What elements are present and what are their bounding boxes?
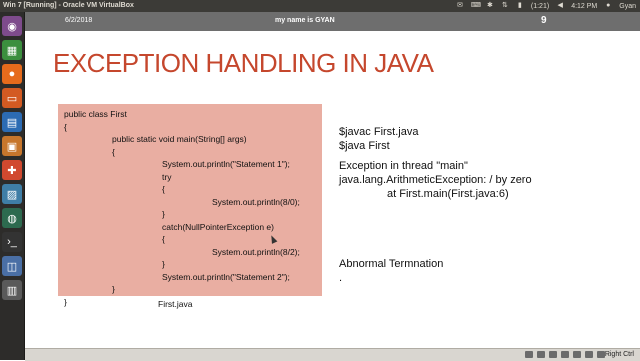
display-icon[interactable] xyxy=(573,351,581,358)
firefox-icon[interactable]: ● xyxy=(2,64,22,84)
shared-folders-icon[interactable] xyxy=(561,351,569,358)
unity-launcher: ◉ ▦ ● ▭ ▤ ▣ ✚ ▨ ◍ ›_ ◫ ▥ xyxy=(0,12,25,360)
code-line: System.out.println(8/2); xyxy=(212,246,300,257)
virtualbox-status-bar: Right Ctrl xyxy=(25,348,640,361)
console-output: $javac First.java $java First Exception … xyxy=(339,125,532,201)
trash-icon[interactable]: ▥ xyxy=(2,280,22,300)
battery-icon[interactable]: ▮ xyxy=(516,2,524,10)
code-line: { xyxy=(64,121,67,132)
code-line: } xyxy=(162,209,165,219)
files-icon[interactable]: ▣ xyxy=(2,136,22,156)
network-icon[interactable]: ⇅ xyxy=(501,2,509,10)
slide-page-number: 9 xyxy=(541,15,547,26)
spreadsheet-icon[interactable]: ▦ xyxy=(2,40,22,60)
code-line: { xyxy=(162,184,165,194)
code-line: System.out.println("Statement 1"); xyxy=(162,159,290,169)
code-line: public class First xyxy=(64,109,127,119)
host-key-label: Right Ctrl xyxy=(604,351,634,358)
slide-header: 6/2/2018 my name is GYAN 9 xyxy=(25,12,640,31)
vm-display[interactable]: 6/2/2018 my name is GYAN 9 EXCEPTION HAN… xyxy=(25,12,640,348)
hard-disk-icon[interactable] xyxy=(525,351,533,358)
capture-icon[interactable] xyxy=(585,351,593,358)
dash-icon[interactable]: ◉ xyxy=(2,16,22,36)
code-line: System.out.println(8/0); xyxy=(212,196,300,207)
window-title: Win 7 [Running] - Oracle VM VirtualBox xyxy=(3,2,134,9)
top-panel: Win 7 [Running] - Oracle VM VirtualBox ✉… xyxy=(0,0,640,12)
code-line: { xyxy=(112,146,115,157)
code-block: public class First { public static void … xyxy=(58,104,322,307)
user-icon[interactable]: ● xyxy=(604,2,612,10)
earth-icon[interactable]: ◍ xyxy=(2,208,22,228)
usb-icon[interactable] xyxy=(549,351,557,358)
terminal-icon[interactable]: ›_ xyxy=(2,232,22,252)
system-tray: ✉ ⌨ ✱ ⇅ ▮ (1:21) ◀ 4:12 PM ● Gyan xyxy=(456,2,636,10)
output-line: $java First xyxy=(339,140,390,152)
clock[interactable]: 4:12 PM xyxy=(571,3,597,10)
volume-icon[interactable]: ◀ xyxy=(556,2,564,10)
output-line: java.lang.ArithmeticException: / by zero xyxy=(339,174,532,186)
code-line: { xyxy=(162,234,165,244)
bluetooth-icon[interactable]: ✱ xyxy=(486,2,494,10)
presentation-icon[interactable]: ▭ xyxy=(2,88,22,108)
battery-time[interactable]: (1:21) xyxy=(531,3,549,10)
code-line: } xyxy=(112,284,115,294)
output-line: at First.main(First.java:6) xyxy=(387,188,509,200)
mouse-integration-icon[interactable] xyxy=(597,351,605,358)
keyboard-icon[interactable]: ⌨ xyxy=(471,2,481,10)
file-caption: First.java xyxy=(158,299,193,309)
monitor-icon[interactable]: ▨ xyxy=(2,184,22,204)
optical-drive-icon[interactable] xyxy=(537,351,545,358)
slide-title: EXCEPTION HANDLING IN JAVA xyxy=(53,48,434,78)
virtualbox-icon[interactable]: ◫ xyxy=(2,256,22,276)
abnormal-termination-text: Abnormal Termnation xyxy=(339,258,444,270)
code-line: } xyxy=(162,259,165,269)
code-line: try xyxy=(162,171,172,182)
trailing-dot: . xyxy=(339,272,343,284)
user-name[interactable]: Gyan xyxy=(619,3,636,10)
slide-date: 6/2/2018 xyxy=(65,17,93,24)
output-line: $javac First.java xyxy=(339,126,419,138)
code-line: System.out.println("Statement 2"); xyxy=(162,271,290,282)
code-line: catch(NullPointerException e) xyxy=(162,221,274,232)
software-center-icon[interactable]: ✚ xyxy=(2,160,22,180)
slide-caption: my name is GYAN xyxy=(275,17,335,24)
output-line: Exception in thread "main" xyxy=(339,160,468,172)
code-line: public static void main(String[] args) xyxy=(112,134,247,144)
writer-icon[interactable]: ▤ xyxy=(2,112,22,132)
mail-icon[interactable]: ✉ xyxy=(456,2,464,10)
